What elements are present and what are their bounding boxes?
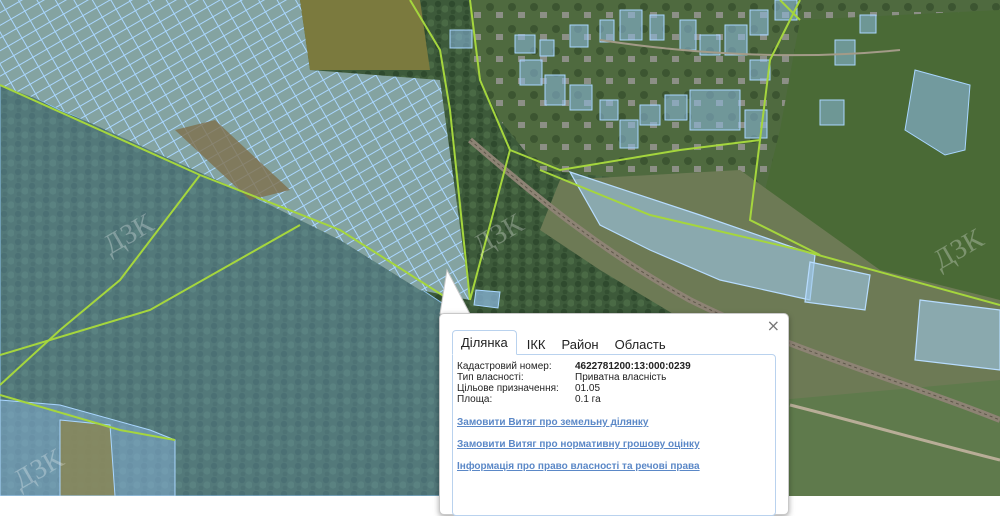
cadastral-number-value: 4622781200:13:000:0239 [575,361,691,372]
selected-parcel[interactable] [473,289,501,309]
parcel-info-panel: Кадастровий номер: 4622781200:13:000:0239… [452,354,776,516]
purpose-value: 01.05 [575,383,601,394]
cadastral-number-label: Кадастровий номер: [457,361,552,372]
ownership-info-link[interactable]: Інформація про право власності та речові… [457,461,700,472]
tab-parcel[interactable]: Ділянка [452,330,517,355]
area-label: Площа: [457,394,493,405]
parcel-info-popup: × Ділянка ІКК Район Область Кадастровий … [439,313,789,516]
field-bottom-left [59,419,116,496]
field-row: Площа: 0.1 га [457,394,601,405]
field-row: Цільове призначення: 01.05 [457,383,600,394]
tab-region[interactable]: Область [609,333,672,355]
area-value: 0.1 га [575,394,601,405]
tab-ikk[interactable]: ІКК [521,333,552,355]
tab-district[interactable]: Район [555,333,604,355]
order-valuation-extract-link[interactable]: Замовити Витяг про нормативну грошову оц… [457,439,700,450]
close-icon[interactable]: × [767,318,780,334]
ownership-type-value: Приватна власність [575,372,667,383]
popup-tabs: Ділянка ІКК Район Область [452,330,676,355]
ownership-type-label: Тип власності: [457,372,524,383]
field-row: Тип власності: Приватна власність [457,372,666,383]
industrial-parcel-3[interactable] [914,299,1000,371]
field-strip [300,0,430,70]
purpose-label: Цільове призначення: [457,383,559,394]
order-parcel-extract-link[interactable]: Замовити Витяг про земельну ділянку [457,417,648,428]
field-area-south [780,380,1000,496]
field-row: Кадастровий номер: 4622781200:13:000:0239 [457,361,691,372]
